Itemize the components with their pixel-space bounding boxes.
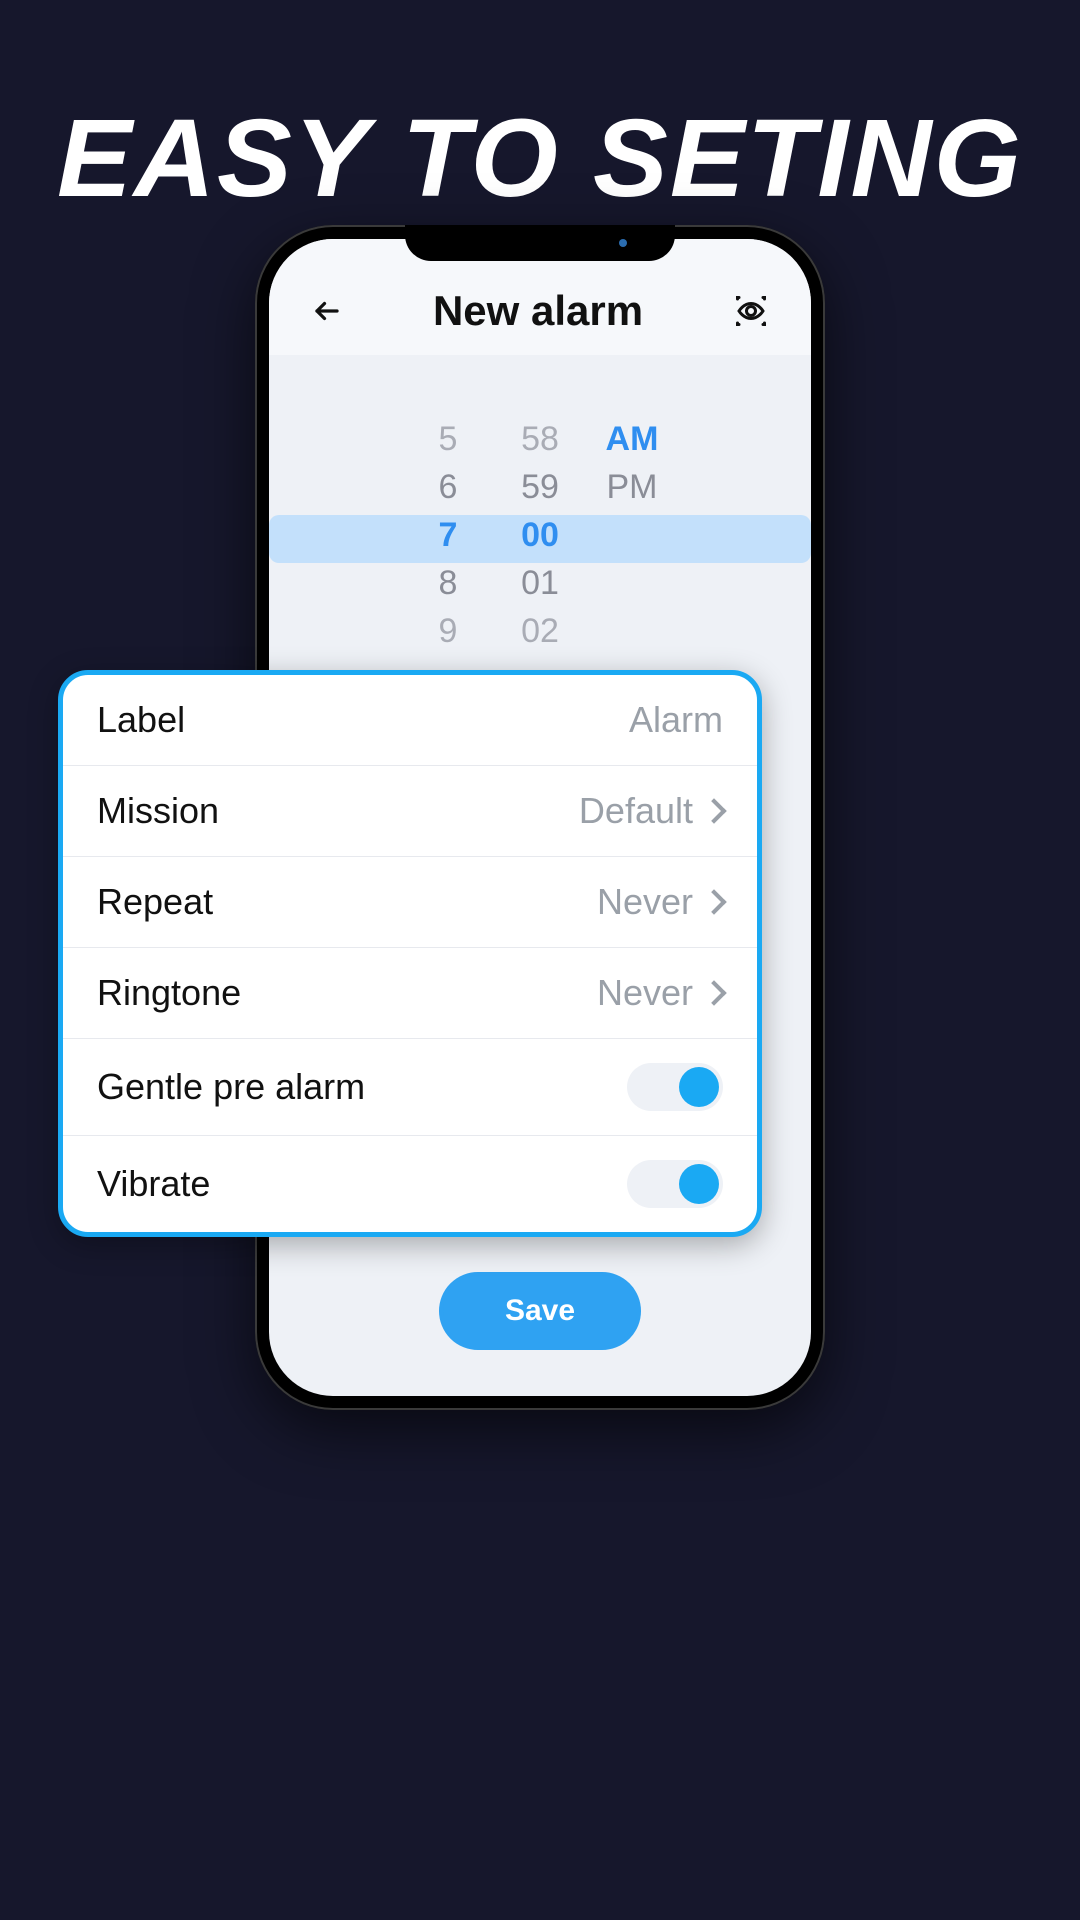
settings-row-gentle-pre-alarm[interactable]: Gentle pre alarm	[63, 1039, 757, 1136]
picker-value[interactable]: 58	[510, 415, 570, 463]
picker-col-hours[interactable]: 56789	[418, 415, 478, 655]
toggle-switch[interactable]	[627, 1063, 723, 1111]
row-label: Vibrate	[97, 1163, 210, 1205]
row-value: Never	[597, 881, 723, 923]
picker-value[interactable]: 5	[418, 415, 478, 463]
row-label: Mission	[97, 790, 219, 832]
picker-value[interactable]: PM	[602, 463, 662, 511]
settings-row-vibrate[interactable]: Vibrate	[63, 1136, 757, 1232]
save-button[interactable]: Save	[439, 1272, 641, 1350]
picker-value[interactable]: 02	[510, 607, 570, 655]
chevron-right-icon	[701, 889, 726, 914]
picker-value[interactable]: 00	[510, 511, 570, 559]
settings-row-label[interactable]: Label Alarm	[63, 675, 757, 766]
time-picker[interactable]: 56789 5859000102 AMPM	[269, 355, 811, 695]
settings-panel: LabelAlarmMissionDefaultRepeatNeverRingt…	[58, 670, 762, 1237]
picker-value[interactable]: AM	[602, 415, 662, 463]
row-label: Repeat	[97, 881, 213, 923]
preview-eye-icon[interactable]	[731, 291, 771, 331]
chevron-right-icon	[701, 980, 726, 1005]
settings-row-mission[interactable]: Mission Default	[63, 766, 757, 857]
picker-value[interactable]: 8	[418, 559, 478, 607]
row-value: Default	[579, 790, 723, 832]
picker-value[interactable]: 59	[510, 463, 570, 511]
row-label: Ringtone	[97, 972, 241, 1014]
chevron-right-icon	[701, 798, 726, 823]
phone-notch	[405, 225, 675, 261]
row-value: Never	[597, 972, 723, 1014]
row-label: Gentle pre alarm	[97, 1066, 365, 1108]
picker-value[interactable]: 9	[418, 607, 478, 655]
row-label: Label	[97, 699, 185, 741]
picker-value[interactable]: 7	[418, 511, 478, 559]
row-value: Alarm	[629, 699, 723, 741]
picker-value[interactable]: 01	[510, 559, 570, 607]
toggle-switch[interactable]	[627, 1160, 723, 1208]
back-arrow-icon[interactable]	[309, 293, 345, 329]
hero-headline: EASY TO SETING	[0, 0, 1080, 222]
picker-value[interactable]: 6	[418, 463, 478, 511]
page-title: New alarm	[433, 287, 643, 335]
picker-col-period[interactable]: AMPM	[602, 415, 662, 655]
picker-col-minutes[interactable]: 5859000102	[510, 415, 570, 655]
settings-row-repeat[interactable]: Repeat Never	[63, 857, 757, 948]
settings-row-ringtone[interactable]: Ringtone Never	[63, 948, 757, 1039]
